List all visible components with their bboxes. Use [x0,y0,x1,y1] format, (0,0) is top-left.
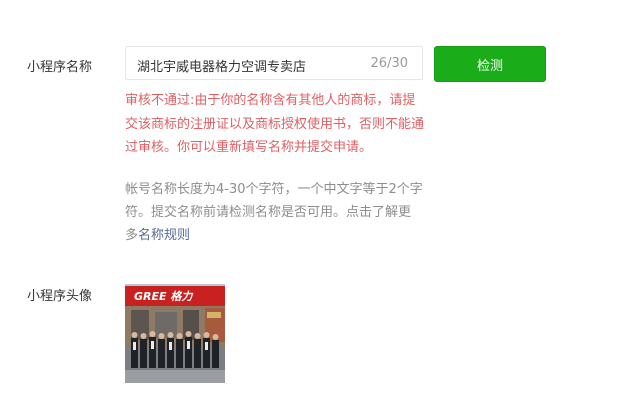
mini-program-name-input[interactable]: 湖北宇威电器格力空调专卖店 26/30 [125,46,423,80]
avatar-logo-text: GREE 格力 [134,290,193,303]
mini-program-avatar-label: 小程序头像 [27,289,93,304]
check-name-button[interactable]: 检测 [434,46,546,82]
avatar-photo-icon: GREE 格力 [125,284,225,383]
name-input-value[interactable]: 湖北宇威电器格力空调专卖店 [137,56,306,75]
mini-program-name-label: 小程序名称 [27,60,93,75]
error-message: 审核不通过:由于你的名称含有其他人的商标，请提交该商标的注册证以及商标授权使用书… [125,93,425,155]
name-rules-link[interactable]: 名称规则 [138,228,190,243]
avatar[interactable]: GREE 格力 [125,284,225,383]
char-counter: 26/30 [370,56,408,71]
name-hint: 帐号名称长度为4-30个字符，一个中文字等于2个字符。提交名称前请检测名称是否可… [125,178,423,247]
